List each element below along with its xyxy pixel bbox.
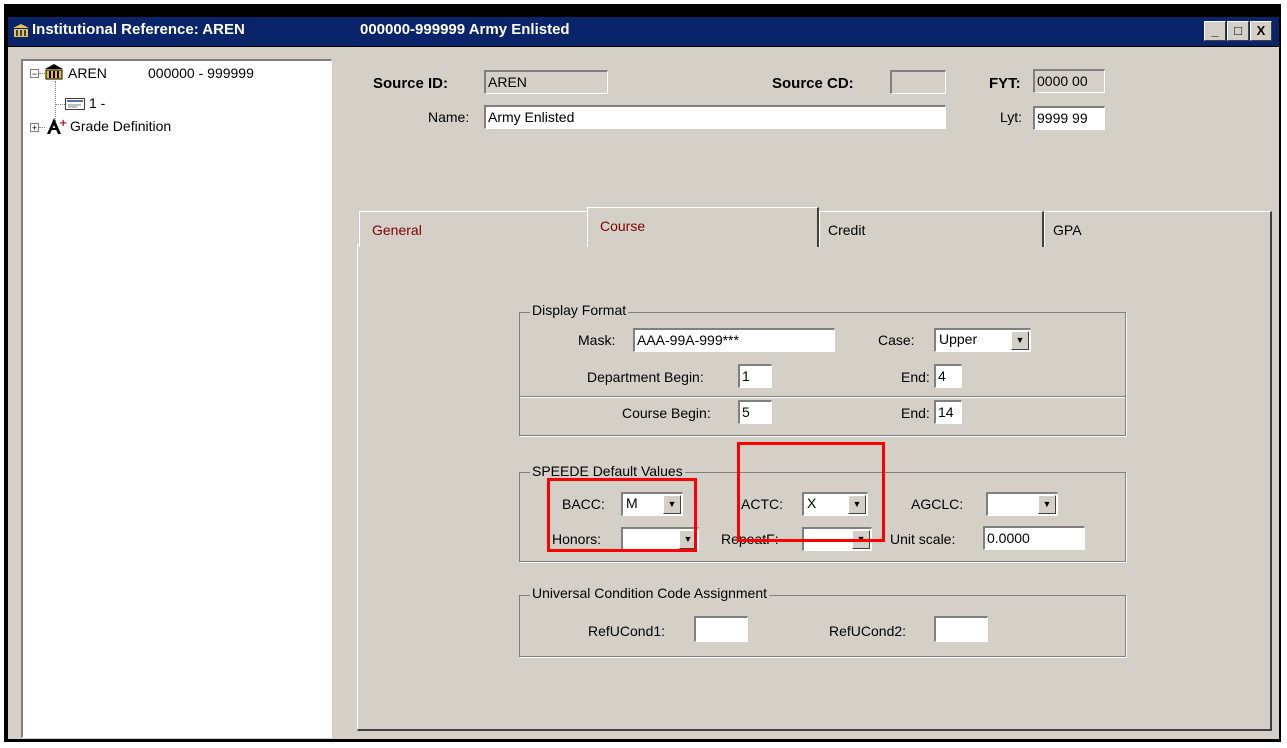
tab-general[interactable]: General <box>359 211 589 247</box>
case-select[interactable]: Upper ▼ <box>934 328 1031 352</box>
highlight-box-actc <box>737 442 885 542</box>
display-format-title: Display Format <box>530 302 629 318</box>
refucond1-field[interactable] <box>694 616 748 642</box>
universal-condition-code-title: Universal Condition Code Assignment <box>530 585 770 601</box>
tab-course-label: Course <box>600 218 646 234</box>
fyt-field[interactable]: 0000 00 <box>1033 69 1105 93</box>
highlight-box-bacc <box>547 478 697 552</box>
fyt-label: FYT: <box>989 75 1021 92</box>
grade-definition-icon: + <box>45 117 67 135</box>
dropdown-arrow-icon[interactable]: ▼ <box>1038 495 1056 514</box>
tab-gpa[interactable]: GPA <box>1044 211 1272 247</box>
name-label: Name: <box>428 109 470 125</box>
dropdown-arrow-icon[interactable]: ▼ <box>1011 331 1029 350</box>
title-bar[interactable]: Institutional Reference: AREN 000000-999… <box>8 17 1279 46</box>
refucond1-label: RefUCond1: <box>588 623 666 639</box>
source-id-field[interactable]: AREN <box>484 70 608 94</box>
department-begin-label: Department Begin: <box>587 369 704 385</box>
tab-gpa-label: GPA <box>1053 222 1082 238</box>
name-field[interactable]: Army Enlisted <box>484 105 946 129</box>
window-title-left: Institutional Reference: AREN <box>32 21 245 38</box>
speede-default-values-title: SPEEDE Default Values <box>530 463 685 479</box>
course-begin-label: Course Begin: <box>622 405 711 421</box>
case-label: Case: <box>878 332 915 348</box>
window-title-right: 000000-999999 Army Enlisted <box>360 21 570 38</box>
lyt-field[interactable]: 9999 99 <box>1033 106 1105 130</box>
record-icon <box>65 96 85 111</box>
tree-item-grade-definition-label[interactable]: Grade Definition <box>70 118 171 134</box>
tab-credit-label: Credit <box>828 222 866 238</box>
source-id-label: Source ID: <box>373 75 449 92</box>
group-divider <box>520 396 1125 398</box>
agclc-select[interactable]: ▼ <box>986 492 1058 516</box>
close-button[interactable]: X <box>1250 21 1272 41</box>
collapse-icon[interactable]: − <box>30 69 39 79</box>
tree-item-1-label[interactable]: 1 - <box>89 95 105 111</box>
department-end-label: End: <box>901 369 930 385</box>
course-end-label: End: <box>901 405 930 421</box>
refucond2-field[interactable] <box>934 616 988 642</box>
tree-root-range[interactable]: 000000 - 999999 <box>148 65 254 81</box>
svg-text:+: + <box>59 118 67 129</box>
mask-label: Mask: <box>578 332 616 348</box>
department-begin-field[interactable]: 1 <box>738 364 772 388</box>
maximize-button[interactable]: □ <box>1227 21 1249 41</box>
tab-credit[interactable]: Credit <box>819 211 1044 247</box>
unit-scale-label: Unit scale: <box>890 531 956 547</box>
lyt-label: Lyt: <box>1000 109 1023 125</box>
agclc-label: AGCLC: <box>911 496 964 512</box>
mask-field[interactable]: AAA-99A-999*** <box>633 328 835 352</box>
source-cd-field[interactable] <box>890 70 946 94</box>
minimize-button[interactable]: _ <box>1204 21 1226 41</box>
tab-general-label: General <box>372 222 422 238</box>
department-end-field[interactable]: 4 <box>934 364 962 388</box>
tree-root-label[interactable]: AREN <box>68 65 107 81</box>
expand-icon[interactable]: + <box>30 123 39 133</box>
refucond2-label: RefUCond2: <box>829 623 907 639</box>
tree-connector <box>55 104 65 105</box>
tab-course[interactable]: Course <box>587 207 819 247</box>
institution-icon <box>13 24 29 38</box>
institution-icon <box>45 64 63 80</box>
case-select-value: Upper <box>939 331 978 347</box>
unit-scale-field[interactable]: 0.0000 <box>983 526 1085 550</box>
course-begin-field[interactable]: 5 <box>738 400 772 424</box>
course-end-field[interactable]: 14 <box>934 400 962 424</box>
source-cd-label: Source CD: <box>772 75 854 92</box>
navigation-tree[interactable] <box>21 59 332 738</box>
